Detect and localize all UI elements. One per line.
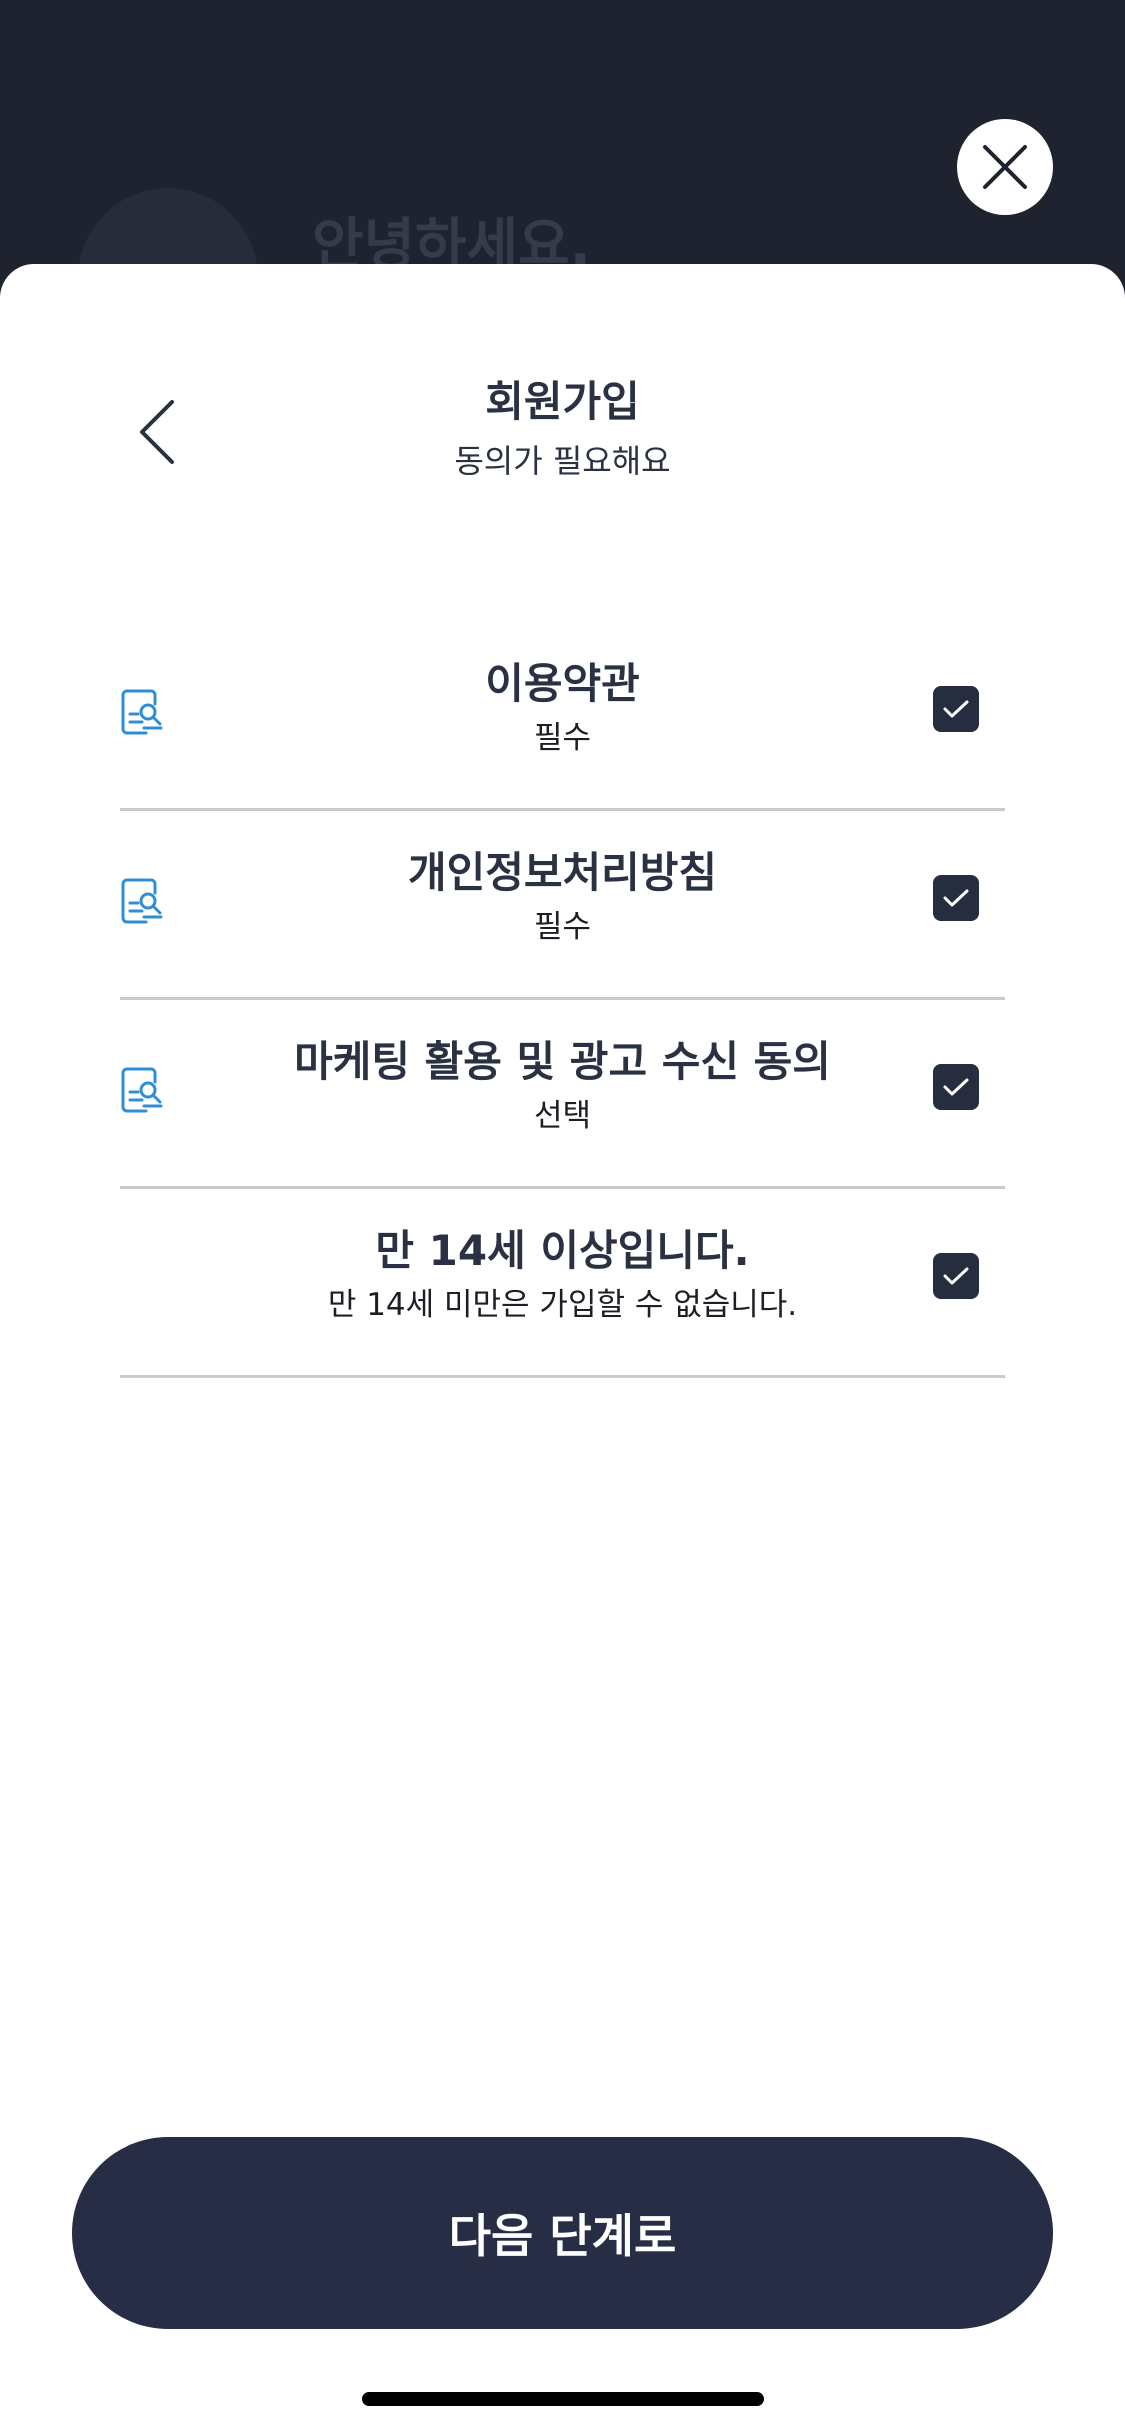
home-indicator[interactable] — [362, 2392, 764, 2406]
checkmark-icon — [943, 1078, 969, 1096]
agreement-text: 만 14세 이상입니다. 만 14세 미만은 가입할 수 없습니다. — [120, 1191, 1005, 1325]
agreement-subtitle: 필수 — [533, 909, 592, 945]
agreement-checkbox[interactable] — [933, 875, 979, 921]
agreement-subtitle: 만 14세 미만은 가입할 수 없습니다. — [327, 1287, 798, 1323]
agreement-title: 마케팅 활용 및 광고 수신 동의 — [294, 1037, 831, 1086]
agreement-subtitle: 필수 — [533, 720, 592, 756]
signup-sheet: 회원가입 동의가 필요해요 이용약관 필수 개인정보처리방침 필수 마케팅 활용… — [0, 264, 1125, 2436]
agreement-text: 이용약관 필수 — [120, 624, 1005, 758]
agreement-title: 개인정보처리방침 — [407, 848, 718, 897]
page-title: 회원가입 — [485, 377, 640, 426]
next-step-button[interactable]: 다음 단계로 — [72, 2137, 1053, 2329]
agreement-text: 마케팅 활용 및 광고 수신 동의 선택 — [120, 1002, 1005, 1136]
agreement-checkbox[interactable] — [933, 686, 979, 732]
agreement-marketing[interactable]: 마케팅 활용 및 광고 수신 동의 선택 — [120, 1002, 1005, 1189]
checkmark-icon — [943, 889, 969, 907]
agreement-privacy[interactable]: 개인정보처리방침 필수 — [120, 813, 1005, 1000]
agreement-terms[interactable]: 이용약관 필수 — [120, 624, 1005, 811]
close-icon — [983, 145, 1027, 189]
agreement-age[interactable]: 만 14세 이상입니다. 만 14세 미만은 가입할 수 없습니다. — [120, 1191, 1005, 1378]
agreement-checkbox[interactable] — [933, 1253, 979, 1299]
close-button[interactable] — [957, 119, 1053, 215]
checkmark-icon — [943, 700, 969, 718]
agreement-list: 이용약관 필수 개인정보처리방침 필수 마케팅 활용 및 광고 수신 동의 선택… — [120, 624, 1005, 1378]
agreement-title: 이용약관 — [485, 659, 640, 708]
checkmark-icon — [943, 1267, 969, 1285]
page-subtitle: 동의가 필요해요 — [454, 442, 671, 480]
next-step-label: 다음 단계로 — [448, 2209, 677, 2263]
agreement-subtitle: 선택 — [533, 1098, 592, 1134]
agreement-text: 개인정보처리방침 필수 — [120, 813, 1005, 947]
agreement-title: 만 14세 이상입니다. — [375, 1226, 750, 1275]
agreement-checkbox[interactable] — [933, 1064, 979, 1110]
signup-screen: 안녕하세요. 회원가입 동의가 필요해요 이용약관 필수 개인정보처리방침 필수… — [0, 0, 1125, 2436]
